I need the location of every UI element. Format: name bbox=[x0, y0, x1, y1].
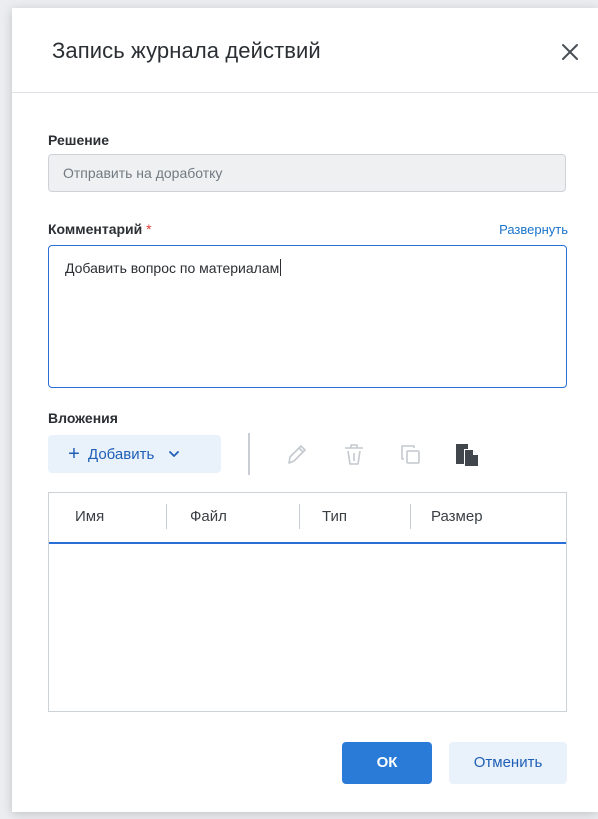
add-button-label: Добавить bbox=[88, 445, 155, 463]
column-header-type[interactable]: Тип bbox=[322, 493, 347, 540]
edit-icon[interactable] bbox=[282, 439, 310, 469]
decision-label: Решение bbox=[48, 132, 110, 148]
table-body bbox=[49, 544, 566, 711]
ok-button[interactable]: ОК bbox=[342, 742, 432, 784]
text-caret bbox=[280, 259, 282, 276]
comment-textarea[interactable]: Добавить вопрос по материалам bbox=[48, 245, 567, 388]
close-icon[interactable] bbox=[560, 42, 580, 62]
dialog-title: Запись журнала действий bbox=[52, 38, 321, 63]
column-separator bbox=[410, 504, 411, 529]
comment-label: Комментарий * bbox=[48, 221, 152, 237]
chevron-down-icon bbox=[169, 451, 180, 457]
decision-field: Отправить на доработку bbox=[48, 154, 566, 192]
copy-icon[interactable] bbox=[396, 439, 424, 469]
delete-icon[interactable] bbox=[340, 439, 368, 469]
table-header: Имя Файл Тип Размер bbox=[49, 493, 566, 544]
dialog-header: Запись журнала действий bbox=[12, 8, 598, 93]
cancel-button[interactable]: Отменить bbox=[449, 742, 567, 784]
plus-icon: + bbox=[68, 442, 80, 465]
toolbar-separator bbox=[248, 433, 250, 475]
required-mark: * bbox=[146, 221, 152, 237]
column-header-name[interactable]: Имя bbox=[75, 493, 104, 540]
comment-label-text: Комментарий bbox=[48, 221, 143, 237]
add-attachment-button[interactable]: + Добавить bbox=[48, 435, 221, 473]
paste-icon[interactable] bbox=[452, 439, 480, 469]
column-separator bbox=[299, 504, 300, 529]
column-header-size[interactable]: Размер bbox=[431, 493, 483, 540]
attachments-label: Вложения bbox=[48, 410, 118, 426]
action-log-dialog: Запись журнала действий Решение Отправит… bbox=[12, 8, 598, 812]
column-separator bbox=[166, 504, 167, 529]
attachments-table: Имя Файл Тип Размер bbox=[48, 492, 567, 712]
column-header-file[interactable]: Файл bbox=[190, 493, 227, 540]
comment-text: Добавить вопрос по материалам bbox=[65, 260, 280, 276]
expand-link[interactable]: Развернуть bbox=[499, 222, 568, 237]
